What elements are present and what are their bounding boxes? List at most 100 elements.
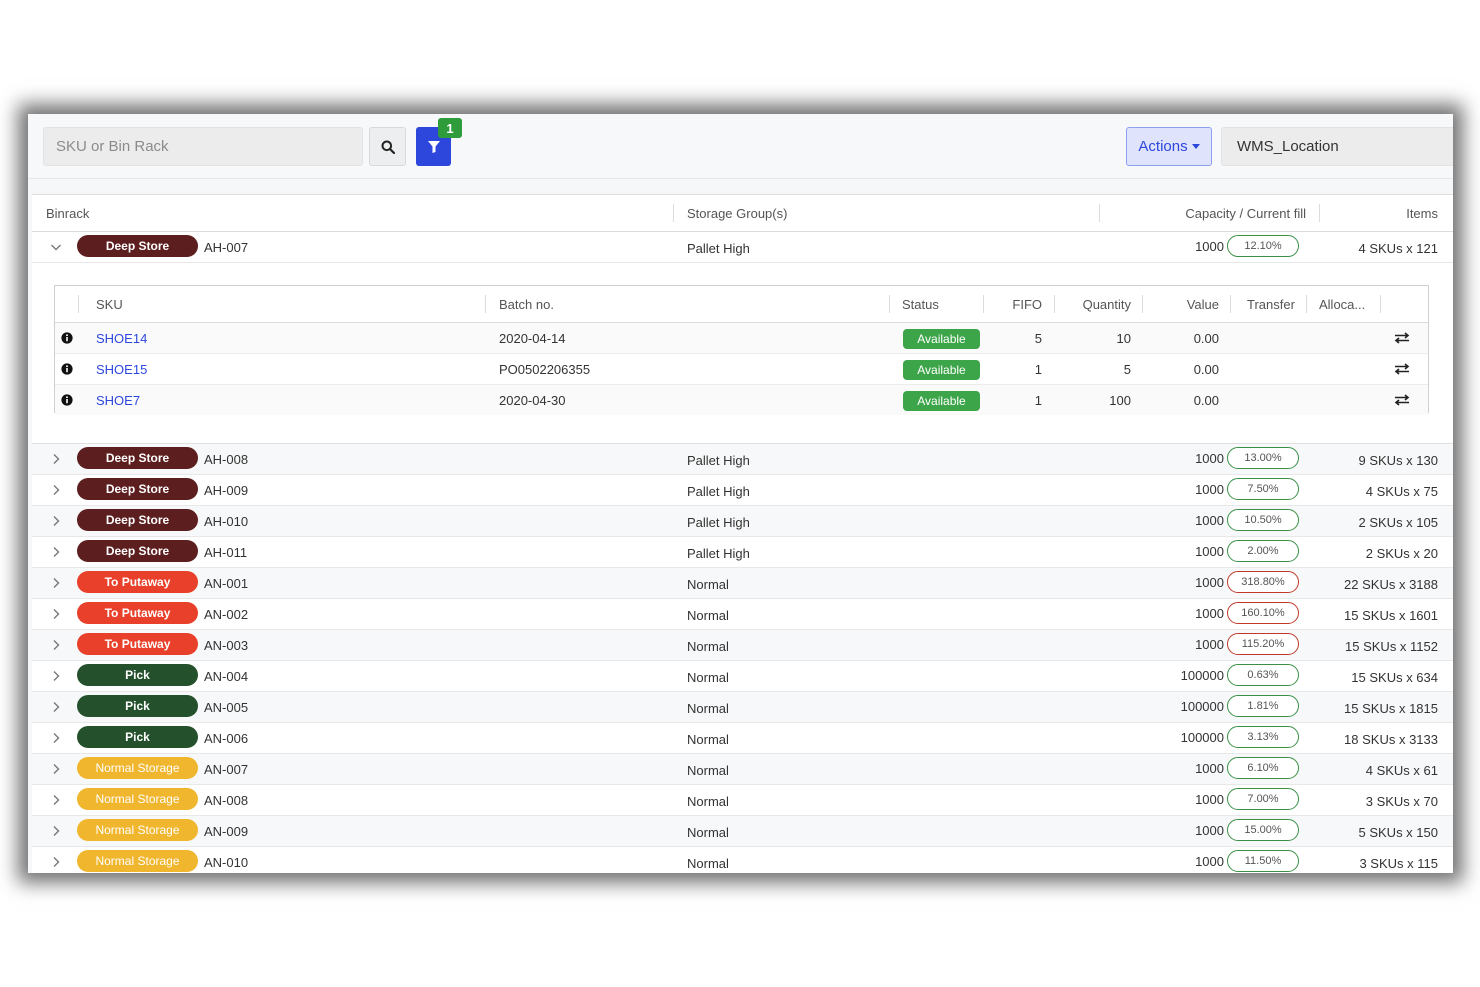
sku-link[interactable]: SHOE14 [96, 331, 147, 346]
storage-group: Pallet High [687, 484, 750, 499]
table-row[interactable]: Normal Storage AN-010 Normal 1000 11.50% 3 SK… [32, 847, 1453, 873]
chevron-right-icon[interactable] [50, 732, 62, 744]
header-value[interactable]: Value [1187, 297, 1219, 312]
chevron-right-icon[interactable] [50, 639, 62, 651]
value-amount: 0.00 [1193, 393, 1219, 408]
storage-type-tag: Pick [77, 695, 198, 717]
storage-group: Normal [687, 577, 729, 592]
header-allocated[interactable]: Alloca... [1319, 297, 1365, 312]
chevron-right-icon[interactable] [50, 701, 62, 713]
binrack-code: AN-006 [204, 731, 249, 746]
table-row[interactable]: Deep Store AH-008 Pallet High 1000 13.00% 9 S… [32, 444, 1453, 475]
quantity-value: 5 [1123, 362, 1131, 377]
table-row[interactable]: To Putaway AN-001 Normal 1000 318.80% 22 SKUs… [32, 568, 1453, 599]
info-circle-icon[interactable] [61, 332, 73, 344]
storage-group: Pallet High [687, 241, 750, 256]
items-count: 18 SKUs x 3133 [1344, 732, 1438, 747]
table-row[interactable]: Normal Storage AN-008 Normal 1000 7.00% 3 SKU… [32, 785, 1453, 816]
sku-row[interactable]: SHOE15 PO0502206355 Available 1 5 0.00 [55, 354, 1428, 385]
quantity-value: 100 [1109, 393, 1131, 408]
location-selector[interactable]: WMS_Location [1221, 127, 1453, 166]
transfer-arrows-icon[interactable] [1394, 332, 1410, 344]
table-row[interactable]: Pick AN-006 Normal 100000 3.13% 18 SKUs x 313… [32, 723, 1453, 754]
status-badge: Available [903, 360, 980, 380]
sku-row[interactable]: SHOE7 2020-04-30 Available 1 100 0.00 [55, 385, 1428, 415]
header-binrack[interactable]: Binrack [46, 206, 89, 221]
header-sku[interactable]: SKU [96, 297, 123, 312]
chevron-right-icon[interactable] [50, 856, 62, 868]
header-transfer[interactable]: Transfer [1247, 297, 1295, 312]
storage-type-tag: Deep Store [77, 478, 198, 500]
header-capacity[interactable]: Capacity / Current fill [1185, 206, 1306, 221]
storage-group: Normal [687, 670, 729, 685]
column-divider [78, 295, 79, 313]
transfer-arrows-icon[interactable] [1394, 394, 1410, 406]
chevron-right-icon[interactable] [50, 670, 62, 682]
items-count: 4 SKUs x 61 [1365, 763, 1438, 778]
chevron-right-icon[interactable] [50, 484, 62, 496]
header-storage-groups[interactable]: Storage Group(s) [687, 206, 787, 221]
chevron-right-icon[interactable] [50, 825, 62, 837]
sku-link[interactable]: SHOE15 [96, 362, 147, 377]
header-batch[interactable]: Batch no. [499, 297, 554, 312]
table-row[interactable]: Pick AN-005 Normal 100000 1.81% 15 SKUs x 181… [32, 692, 1453, 723]
binrack-code: AH-010 [204, 514, 249, 529]
fill-badge: 7.00% [1227, 788, 1299, 810]
binrack-code: AN-008 [204, 793, 249, 808]
header-status[interactable]: Status [902, 297, 939, 312]
chevron-right-icon[interactable] [50, 515, 62, 527]
actions-label: Actions [1138, 138, 1188, 155]
header-fifo[interactable]: FIFO [1012, 297, 1042, 312]
info-circle-icon[interactable] [61, 394, 73, 406]
batch-number: PO0502206355 [499, 362, 591, 377]
fifo-value: 1 [1034, 393, 1042, 408]
header-quantity[interactable]: Quantity [1083, 297, 1131, 312]
table-row[interactable]: Normal Storage AN-007 Normal 1000 6.10% 4 SKU… [32, 754, 1453, 785]
toolbar: 1 Actions WMS_Location [28, 114, 1453, 179]
table-row[interactable]: Normal Storage AN-009 Normal 1000 15.00% 5 SK… [32, 816, 1453, 847]
capacity-value: 1000 [1195, 606, 1224, 621]
table-row[interactable]: Pick AN-004 Normal 100000 0.63% 15 SKUs x 634 [32, 661, 1453, 692]
capacity-value: 100000 [1180, 668, 1224, 683]
actions-dropdown-button[interactable]: Actions [1126, 127, 1212, 166]
column-divider [1380, 295, 1381, 313]
fill-badge: 6.10% [1227, 757, 1299, 779]
fill-badge: 115.20% [1227, 633, 1299, 655]
fifo-value: 1 [1034, 362, 1042, 377]
chevron-right-icon[interactable] [50, 453, 62, 465]
column-divider [1319, 204, 1320, 222]
chevron-right-icon[interactable] [50, 794, 62, 806]
table-row-expanded[interactable]: Deep Store AH-007 Pallet High 1000 12.10… [32, 232, 1453, 263]
chevron-right-icon[interactable] [50, 546, 62, 558]
table-row[interactable]: Deep Store AH-009 Pallet High 1000 7.50% 4 SK… [32, 475, 1453, 506]
items-count: 9 SKUs x 130 [1358, 453, 1439, 468]
search-button[interactable] [369, 127, 406, 166]
chevron-down-icon[interactable] [50, 241, 62, 253]
table-row[interactable]: To Putaway AN-002 Normal 1000 160.10% 15 SKUs… [32, 599, 1453, 630]
fill-badge: 10.50% [1227, 509, 1299, 531]
fifo-value: 5 [1034, 331, 1042, 346]
chevron-right-icon[interactable] [50, 608, 62, 620]
binrack-table: Binrack Storage Group(s) Capacity / Curr… [32, 194, 1453, 873]
chevron-right-icon[interactable] [50, 763, 62, 775]
info-circle-icon[interactable] [61, 363, 73, 375]
sku-row[interactable]: SHOE14 2020-04-14 Available 5 10 0.00 [55, 323, 1428, 354]
capacity-value: 1000 [1195, 544, 1224, 559]
transfer-arrows-icon[interactable] [1394, 363, 1410, 375]
table-header: Binrack Storage Group(s) Capacity / Curr… [32, 195, 1453, 232]
sku-table-header: SKU Batch no. Status FIFO Quantity Value… [55, 286, 1428, 323]
storage-type-tag: Deep Store [77, 235, 198, 257]
search-input[interactable] [43, 127, 363, 166]
header-items[interactable]: Items [1406, 206, 1438, 221]
items-count: 2 SKUs x 20 [1365, 546, 1438, 561]
storage-type-tag: To Putaway [77, 633, 198, 655]
binrack-code: AN-010 [204, 855, 249, 870]
fill-badge: 318.80% [1227, 571, 1299, 593]
table-row[interactable]: To Putaway AN-003 Normal 1000 115.20% 15 SKUs… [32, 630, 1453, 661]
chevron-right-icon[interactable] [50, 577, 62, 589]
batch-number: 2020-04-14 [499, 331, 566, 346]
table-row[interactable]: Deep Store AH-010 Pallet High 1000 10.50% 2 S… [32, 506, 1453, 537]
sku-link[interactable]: SHOE7 [96, 393, 140, 408]
table-row[interactable]: Deep Store AH-011 Pallet High 1000 2.00% 2 SK… [32, 537, 1453, 568]
storage-type-tag: Deep Store [77, 447, 198, 469]
